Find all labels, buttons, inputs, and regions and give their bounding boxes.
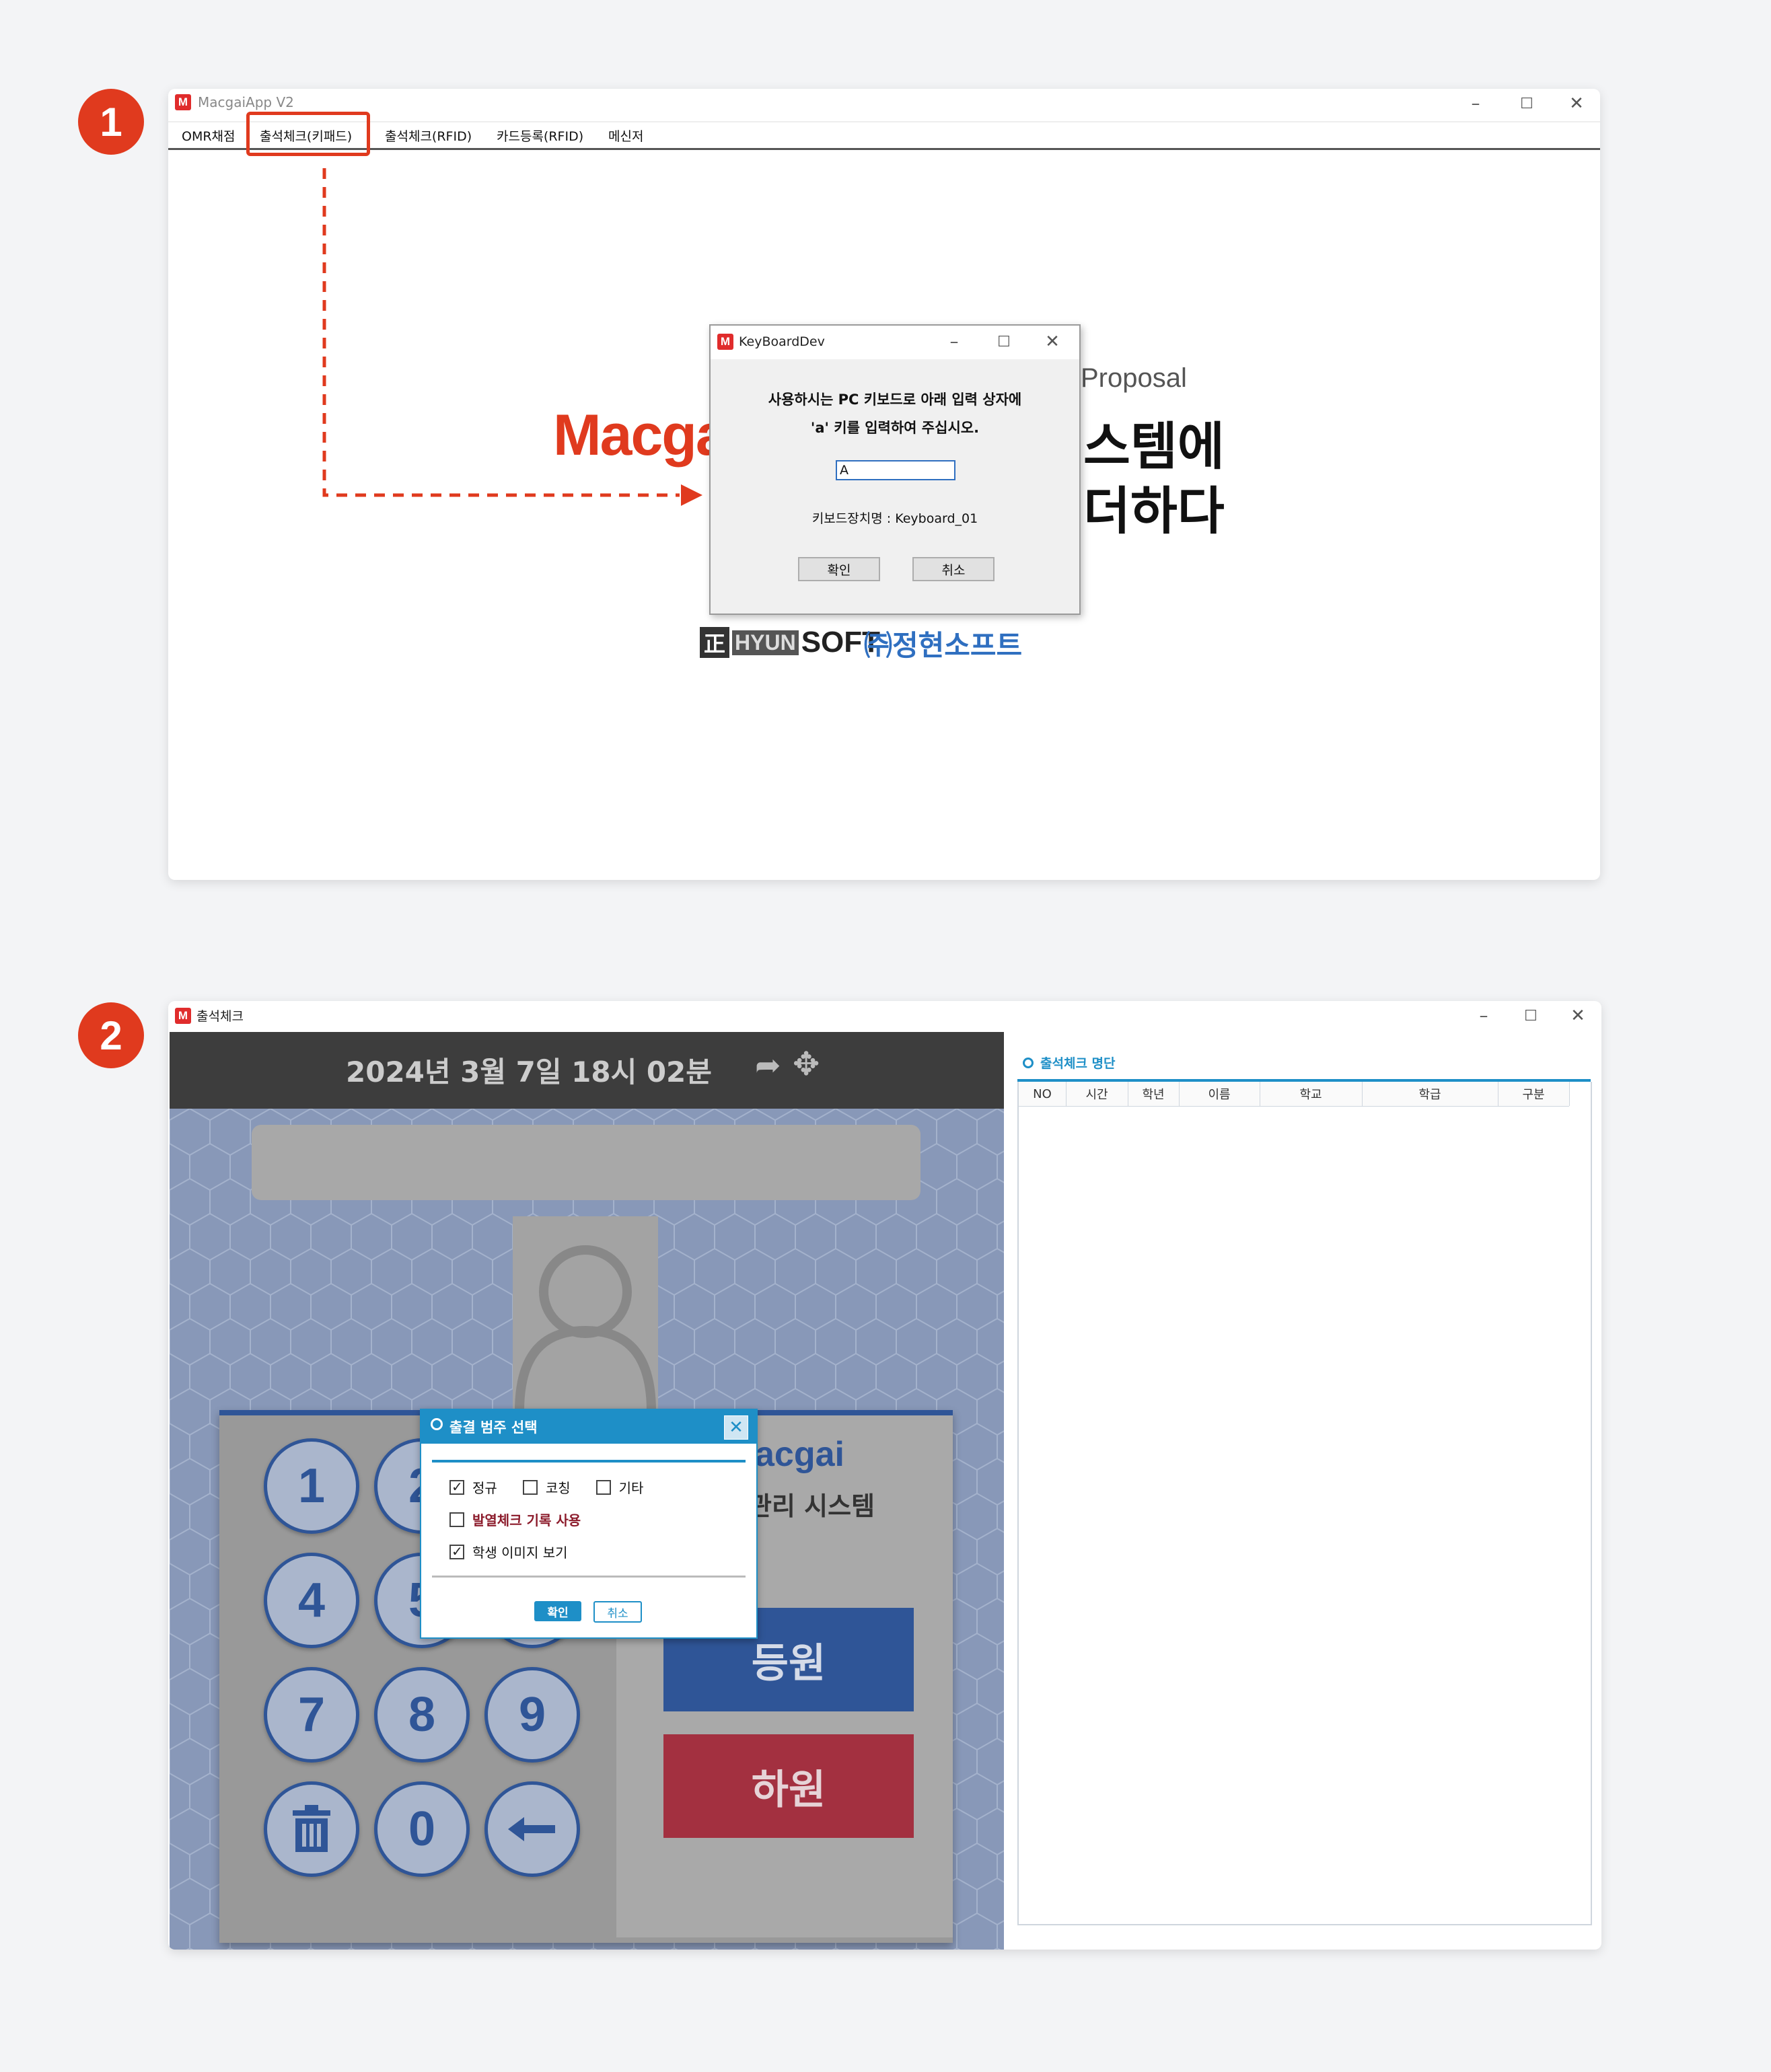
key-backspace[interactable] — [484, 1781, 580, 1877]
label-coaching: 코칭 — [545, 1480, 571, 1496]
attendance-window-title: 출석체크 — [196, 1009, 244, 1024]
macgaiapp-window: M MacgaiApp V2 – ☐ ✕ OMR채점 출석체크(키패드) 출석체… — [168, 89, 1600, 880]
keyboard-dialog: M KeyBoardDev – ☐ ✕ 사용하시는 PC 키보드로 아래 입력 … — [709, 324, 1081, 615]
key-7[interactable]: 7 — [264, 1667, 359, 1763]
attendance-close-button[interactable]: ✕ — [1554, 1001, 1601, 1031]
logout-icon[interactable]: ➦ — [755, 1047, 781, 1083]
attendance-titlebar: M 출석체크 — [175, 1006, 244, 1025]
checkbox-coaching[interactable] — [522, 1479, 538, 1495]
name-display — [252, 1125, 920, 1200]
arrow-left-icon — [508, 1817, 555, 1841]
key-0[interactable]: 0 — [374, 1781, 470, 1877]
label-regular: 정규 — [472, 1480, 497, 1496]
checkout-button[interactable]: 하원 — [663, 1734, 914, 1838]
logo-box: 正 — [700, 627, 730, 658]
proposal-text: Proposal — [1081, 363, 1187, 393]
device-label: 키보드장치명 : — [811, 511, 892, 526]
attendance-maximize-button[interactable]: ☐ — [1507, 1001, 1554, 1031]
device-info: 키보드장치명 : Keyboard_01 — [711, 509, 1079, 527]
key-4[interactable]: 4 — [264, 1553, 359, 1648]
attendance-window: M 출석체크 – ☐ ✕ 2024년 3월 7일 18시 02분 ➦ ✥ 1 4… — [168, 1001, 1601, 1950]
category-popup: 출결 범주 선택 ✕ 정규 코칭 기타 발열체크 기록 사용 학생 이미지 보기… — [420, 1409, 758, 1639]
list-header: 출석체크 명단 — [1023, 1053, 1116, 1072]
kiosk-brand: acgai — [755, 1435, 844, 1474]
key-9[interactable]: 9 — [484, 1667, 580, 1763]
checkbox-regular[interactable] — [449, 1479, 464, 1495]
dialog-logo-icon: M — [717, 334, 733, 350]
checkbox-other[interactable] — [595, 1479, 611, 1495]
popup-divider — [432, 1460, 746, 1463]
kiosk-system-text: 관리 시스템 — [748, 1491, 875, 1521]
checkbox-fever[interactable] — [449, 1512, 464, 1527]
dialog-cancel-button[interactable]: 취소 — [912, 557, 995, 581]
popup-ok-button[interactable]: 확인 — [534, 1601, 581, 1621]
table-header: NO 시간 학년 이름 학교 학급 구분 — [1019, 1082, 1570, 1107]
category-options: 정규 코칭 기타 — [449, 1477, 643, 1497]
col-grade[interactable]: 학년 — [1128, 1082, 1180, 1106]
col-type[interactable]: 구분 — [1498, 1082, 1570, 1106]
list-title: 출석체크 명단 — [1040, 1056, 1116, 1071]
step-badge-2: 2 — [78, 1002, 144, 1068]
person-placeholder-icon — [515, 1245, 656, 1411]
popup-cancel-button[interactable]: 취소 — [593, 1601, 642, 1623]
dialog-maximize-button[interactable]: ☐ — [984, 327, 1024, 357]
popup-bullet-icon — [431, 1418, 443, 1430]
dialog-minimize-button[interactable]: – — [934, 327, 974, 357]
headline-line2: 더하다 — [1083, 481, 1225, 541]
headline-line1: 스템에 — [1083, 416, 1225, 476]
trash-icon — [293, 1805, 330, 1852]
col-name[interactable]: 이름 — [1179, 1082, 1260, 1106]
attendance-table: NO 시간 학년 이름 학교 학급 구분 — [1017, 1082, 1592, 1925]
label-fever: 발열체크 기록 사용 — [472, 1512, 581, 1528]
logo-hyun: HYUN — [732, 630, 799, 655]
step-badge-1: 1 — [78, 89, 144, 155]
student-photo — [513, 1216, 658, 1411]
checkbox-student-image[interactable] — [449, 1543, 464, 1559]
kiosk-panel: 2024년 3월 7일 18시 02분 ➦ ✥ 1 2 3 4 5 6 7 8 … — [170, 1032, 1004, 1950]
popup-title: 출결 범주 선택 — [449, 1419, 538, 1436]
dialog-title: KeyBoardDev — [739, 334, 825, 349]
move-icon[interactable]: ✥ — [793, 1045, 820, 1083]
dialog-message-line2: 'a' 키를 입력하여 주십시오. — [810, 420, 980, 436]
col-time[interactable]: 시간 — [1066, 1082, 1128, 1106]
popup-divider-bottom — [432, 1576, 746, 1578]
key-1[interactable]: 1 — [264, 1438, 359, 1534]
dialog-close-button[interactable]: ✕ — [1032, 327, 1073, 357]
jeonghyun-logo-right: ㈜정현소프트 — [864, 629, 1023, 662]
col-class[interactable]: 학급 — [1362, 1082, 1498, 1106]
key-input-field[interactable]: A — [836, 460, 955, 480]
key-8[interactable]: 8 — [374, 1667, 470, 1763]
list-bullet-icon — [1023, 1057, 1034, 1068]
jeonghyun-logo-left: 正 HYUN SOFT — [700, 626, 880, 659]
device-name: Keyboard_01 — [895, 511, 978, 526]
attendance-minimize-button[interactable]: – — [1460, 1001, 1507, 1031]
popup-close-button[interactable]: ✕ — [724, 1415, 748, 1440]
key-delete[interactable] — [264, 1781, 359, 1877]
col-no[interactable]: NO — [1019, 1082, 1067, 1106]
label-student-image: 학생 이미지 보기 — [472, 1545, 568, 1561]
dialog-message-line1: 사용하시는 PC 키보드로 아래 입력 상자에 — [768, 392, 1022, 408]
dialog-ok-button[interactable]: 확인 — [798, 557, 880, 581]
datetime-text: 2024년 3월 7일 18시 02분 — [346, 1056, 712, 1088]
label-other: 기타 — [618, 1480, 644, 1496]
attendance-logo-icon: M — [175, 1007, 191, 1024]
col-school[interactable]: 학교 — [1260, 1082, 1363, 1106]
